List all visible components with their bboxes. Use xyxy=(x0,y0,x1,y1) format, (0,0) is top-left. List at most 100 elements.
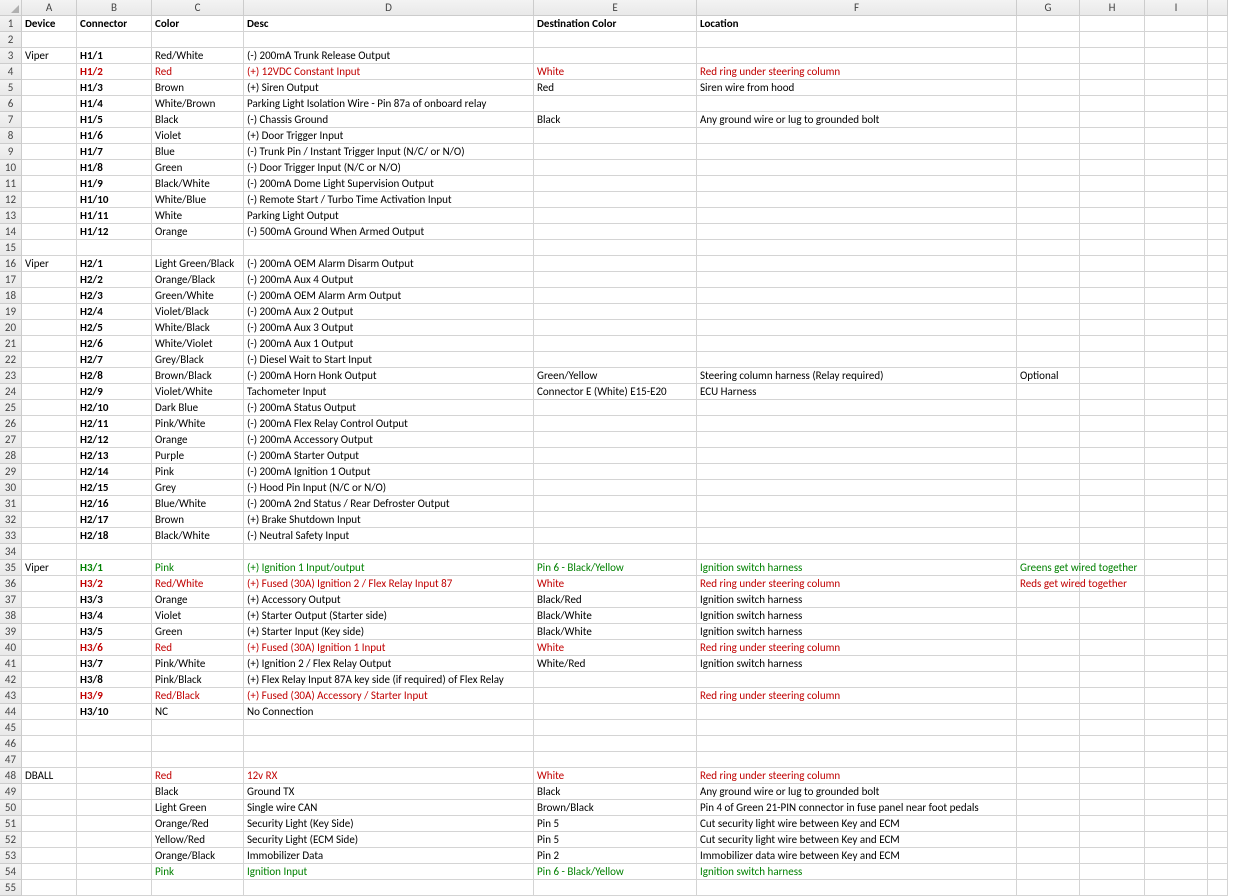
cell-F49[interactable]: Any ground wire or lug to grounded bolt xyxy=(697,784,1017,800)
cell-B47[interactable] xyxy=(77,752,152,768)
row-header-33[interactable]: 33 xyxy=(0,528,22,544)
cell-I31[interactable] xyxy=(1145,496,1208,512)
cell-F3[interactable] xyxy=(697,48,1017,64)
cell-H53[interactable] xyxy=(1080,848,1145,864)
cell-A32[interactable] xyxy=(22,512,77,528)
col-header-A[interactable]: A xyxy=(22,0,77,16)
cell-I1[interactable] xyxy=(1145,16,1208,32)
cell-C43[interactable]: Red/Black xyxy=(152,688,244,704)
cell-A13[interactable] xyxy=(22,208,77,224)
cell-G8[interactable] xyxy=(1017,128,1080,144)
cell-D7[interactable]: (-) Chassis Ground xyxy=(244,112,534,128)
cell-C15[interactable] xyxy=(152,240,244,256)
cell-A51[interactable] xyxy=(22,816,77,832)
cell-X45[interactable] xyxy=(1208,720,1228,736)
cell-H23[interactable] xyxy=(1080,368,1145,384)
cell-D30[interactable]: (-) Hood Pin Input (N/C or N/O) xyxy=(244,480,534,496)
cell-E23[interactable]: Green/Yellow xyxy=(534,368,697,384)
cell-B42[interactable]: H3/8 xyxy=(77,672,152,688)
cell-C51[interactable]: Orange/Red xyxy=(152,816,244,832)
cell-G6[interactable] xyxy=(1017,96,1080,112)
cell-E37[interactable]: Black/Red xyxy=(534,592,697,608)
cell-A27[interactable] xyxy=(22,432,77,448)
cell-X18[interactable] xyxy=(1208,288,1228,304)
cell-F22[interactable] xyxy=(697,352,1017,368)
cell-A6[interactable] xyxy=(22,96,77,112)
row-header-37[interactable]: 37 xyxy=(0,592,22,608)
spreadsheet-grid[interactable]: ABCDEFGHI1DeviceConnectorColorDescDestin… xyxy=(0,0,1245,896)
cell-F10[interactable] xyxy=(697,160,1017,176)
row-header-46[interactable]: 46 xyxy=(0,736,22,752)
cell-D6[interactable]: Parking Light Isolation Wire - Pin 87a o… xyxy=(244,96,534,112)
cell-G39[interactable] xyxy=(1017,624,1080,640)
cell-I54[interactable] xyxy=(1145,864,1208,880)
cell-D28[interactable]: (-) 200mA Starter Output xyxy=(244,448,534,464)
cell-I30[interactable] xyxy=(1145,480,1208,496)
cell-A30[interactable] xyxy=(22,480,77,496)
cell-I38[interactable] xyxy=(1145,608,1208,624)
cell-E55[interactable] xyxy=(534,880,697,896)
cell-G27[interactable] xyxy=(1017,432,1080,448)
cell-H32[interactable] xyxy=(1080,512,1145,528)
cell-A40[interactable] xyxy=(22,640,77,656)
cell-G49[interactable] xyxy=(1017,784,1080,800)
cell-I34[interactable] xyxy=(1145,544,1208,560)
cell-E22[interactable] xyxy=(534,352,697,368)
row-header-25[interactable]: 25 xyxy=(0,400,22,416)
cell-H26[interactable] xyxy=(1080,416,1145,432)
col-header-C[interactable]: C xyxy=(152,0,244,16)
cell-C38[interactable]: Violet xyxy=(152,608,244,624)
cell-I43[interactable] xyxy=(1145,688,1208,704)
cell-H34[interactable] xyxy=(1080,544,1145,560)
cell-E47[interactable] xyxy=(534,752,697,768)
row-header-9[interactable]: 9 xyxy=(0,144,22,160)
cell-B25[interactable]: H2/10 xyxy=(77,400,152,416)
cell-H16[interactable] xyxy=(1080,256,1145,272)
cell-E30[interactable] xyxy=(534,480,697,496)
cell-H15[interactable] xyxy=(1080,240,1145,256)
cell-E16[interactable] xyxy=(534,256,697,272)
cell-D29[interactable]: (-) 200mA Ignition 1 Output xyxy=(244,464,534,480)
cell-D44[interactable]: No Connection xyxy=(244,704,534,720)
cell-X55[interactable] xyxy=(1208,880,1228,896)
cell-I18[interactable] xyxy=(1145,288,1208,304)
cell-G32[interactable] xyxy=(1017,512,1080,528)
cell-F20[interactable] xyxy=(697,320,1017,336)
cell-D3[interactable]: (-) 200mA Trunk Release Output xyxy=(244,48,534,64)
cell-A24[interactable] xyxy=(22,384,77,400)
row-header-55[interactable]: 55 xyxy=(0,880,22,896)
cell-B4[interactable]: H1/2 xyxy=(77,64,152,80)
cell-D22[interactable]: (-) Diesel Wait to Start Input xyxy=(244,352,534,368)
cell-I48[interactable] xyxy=(1145,768,1208,784)
cell-D55[interactable] xyxy=(244,880,534,896)
cell-C5[interactable]: Brown xyxy=(152,80,244,96)
cell-E54[interactable]: Pin 6 - Black/Yellow xyxy=(534,864,697,880)
cell-E26[interactable] xyxy=(534,416,697,432)
cell-I17[interactable] xyxy=(1145,272,1208,288)
row-header-11[interactable]: 11 xyxy=(0,176,22,192)
cell-F32[interactable] xyxy=(697,512,1017,528)
cell-C28[interactable]: Purple xyxy=(152,448,244,464)
cell-A33[interactable] xyxy=(22,528,77,544)
cell-D53[interactable]: Immobilizer Data xyxy=(244,848,534,864)
cell-C14[interactable]: Orange xyxy=(152,224,244,240)
row-header-27[interactable]: 27 xyxy=(0,432,22,448)
cell-C31[interactable]: Blue/White xyxy=(152,496,244,512)
cell-C36[interactable]: Red/White xyxy=(152,576,244,592)
cell-D32[interactable]: (+) Brake Shutdown Input xyxy=(244,512,534,528)
row-header-14[interactable]: 14 xyxy=(0,224,22,240)
cell-G22[interactable] xyxy=(1017,352,1080,368)
cell-C24[interactable]: Violet/White xyxy=(152,384,244,400)
row-header-17[interactable]: 17 xyxy=(0,272,22,288)
cell-C45[interactable] xyxy=(152,720,244,736)
cell-X51[interactable] xyxy=(1208,816,1228,832)
cell-E24[interactable]: Connector E (White) E15-E20 xyxy=(534,384,697,400)
cell-I50[interactable] xyxy=(1145,800,1208,816)
cell-I27[interactable] xyxy=(1145,432,1208,448)
cell-B26[interactable]: H2/11 xyxy=(77,416,152,432)
cell-B31[interactable]: H2/16 xyxy=(77,496,152,512)
cell-I32[interactable] xyxy=(1145,512,1208,528)
row-header-23[interactable]: 23 xyxy=(0,368,22,384)
row-header-16[interactable]: 16 xyxy=(0,256,22,272)
row-header-3[interactable]: 3 xyxy=(0,48,22,64)
